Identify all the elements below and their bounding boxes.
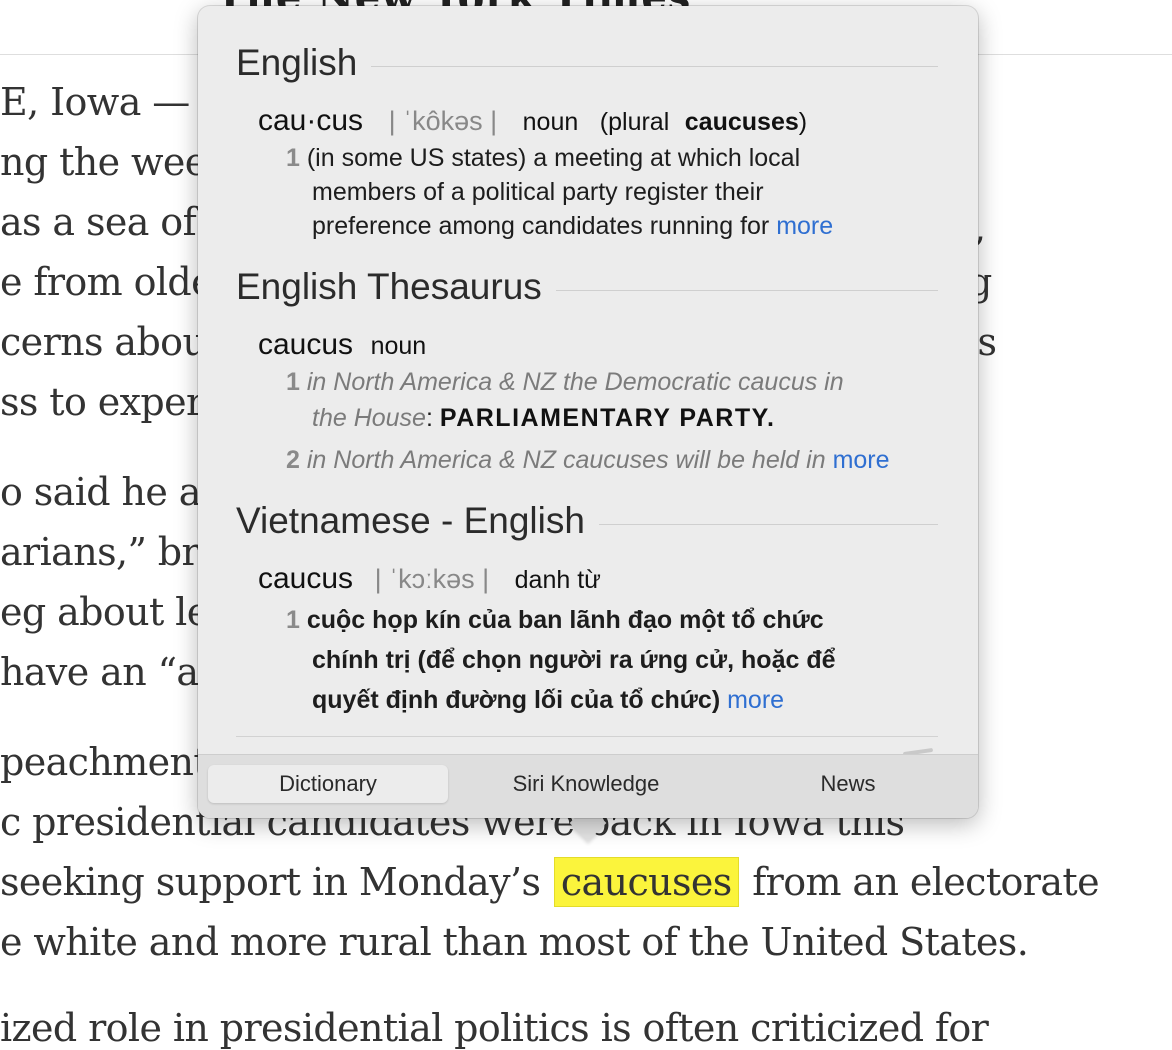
definition-text: (in some US states) a meeting at which l…: [306, 144, 801, 172]
part-of-speech: noun: [522, 108, 579, 136]
section-divider: [371, 65, 938, 67]
tab-siri-knowledge[interactable]: Siri Knowledge: [466, 765, 706, 803]
definition-number: 1: [286, 606, 300, 634]
article-line: e from older: [0, 260, 231, 304]
thesaurus-entry-header: caucus noun: [258, 328, 426, 362]
dictionary-lookup-popover: English cau·cus | ˈkôkəs | noun (plural …: [198, 6, 978, 818]
definition-text: cuộc họp kín của ban lãnh đạo một tổ chứ…: [306, 606, 824, 634]
section-divider: [555, 289, 938, 291]
part-of-speech: noun: [370, 332, 427, 360]
thesaurus-sense-line: 2 in North America & NZ caucuses will be…: [286, 446, 890, 475]
section-divider: [598, 523, 938, 525]
example-region: in North America & NZ: [306, 446, 556, 474]
article-line: ss to experi: [0, 380, 216, 424]
article-line-with-selection: seeking support in Monday’s caucuses fro…: [0, 857, 1100, 907]
more-link[interactable]: more: [727, 686, 784, 714]
definition-number: 1: [286, 144, 300, 172]
plural-prefix: (plural: [599, 108, 670, 136]
definition-line: quyết định đường lối của tổ chức) more: [312, 686, 784, 715]
example-text: the Democratic caucus in: [562, 368, 844, 396]
article-line: arians,” bro: [0, 530, 222, 574]
section-title: English: [236, 42, 358, 83]
thesaurus-sense-line: the House: PARLIAMENTARY PARTY.: [312, 404, 775, 433]
article-line: ng the week: [0, 140, 230, 184]
article-text: seeking support in Monday’s: [0, 860, 541, 904]
article-line: e white and more rural than most of the …: [0, 920, 1029, 964]
section-header-english: English: [236, 42, 938, 84]
thesaurus-sense-line: 1 in North America & NZ the Democratic c…: [286, 368, 844, 397]
article-line: ized role in presidential politics is of…: [0, 1006, 989, 1050]
pronunciation: | ˈkɔːkəs |: [374, 564, 490, 594]
pronunciation: | ˈkôkəs |: [388, 106, 498, 136]
plural-suffix: ): [798, 108, 808, 136]
definition-text: preference among candidates running for: [312, 212, 770, 240]
plural-form: caucuses: [684, 108, 799, 136]
example-region: in North America & NZ: [306, 368, 556, 396]
more-link[interactable]: more: [776, 212, 833, 240]
sense-number: 1: [286, 368, 300, 396]
definition-line: 1 (in some US states) a meeting at which…: [286, 144, 800, 173]
article-line: cerns abou: [0, 320, 207, 364]
example-text: the House: [312, 404, 426, 432]
highlighted-word[interactable]: caucuses: [553, 857, 739, 907]
example-text: caucuses will be held in: [562, 446, 826, 474]
headword: caucus: [258, 562, 354, 595]
synonym-link[interactable]: PARLIAMENTARY PARTY.: [440, 404, 776, 432]
section-header-thesaurus: English Thesaurus: [236, 266, 938, 308]
definition-text: quyết định đường lối của tổ chức): [312, 686, 721, 714]
definition-line: members of a political party register th…: [312, 178, 764, 206]
headword: caucus: [258, 328, 354, 361]
tab-news[interactable]: News: [728, 765, 968, 803]
section-title: Vietnamese - English: [236, 500, 585, 541]
definition-line: 1 cuộc họp kín của ban lãnh đạo một tổ c…: [286, 606, 824, 635]
colon: :: [425, 404, 433, 432]
headword: cau·cus: [258, 104, 364, 137]
content-divider: [236, 736, 938, 737]
section-title: English Thesaurus: [236, 266, 542, 307]
source-tab-bar: Dictionary Siri Knowledge News: [198, 754, 978, 818]
definition-line: preference among candidates running for …: [312, 212, 833, 241]
section-header-vietnamese: Vietnamese - English: [236, 500, 938, 542]
vietnamese-entry-header: caucus | ˈkɔːkəs | danh từ: [258, 562, 601, 596]
article-line: as a sea of g: [0, 200, 232, 244]
tab-dictionary[interactable]: Dictionary: [208, 765, 448, 803]
english-entry-header: cau·cus | ˈkôkəs | noun (plural caucuses…: [258, 104, 807, 138]
more-link[interactable]: more: [833, 446, 890, 474]
sense-number: 2: [286, 446, 300, 474]
article-line: E, Iowa — L: [0, 80, 226, 124]
part-of-speech: danh từ: [514, 566, 601, 594]
article-line: peachment: [0, 740, 209, 784]
article-text: from an electorate: [752, 860, 1099, 904]
definition-line: chính trị (để chọn người ra ứng cử, hoặc…: [312, 646, 836, 674]
